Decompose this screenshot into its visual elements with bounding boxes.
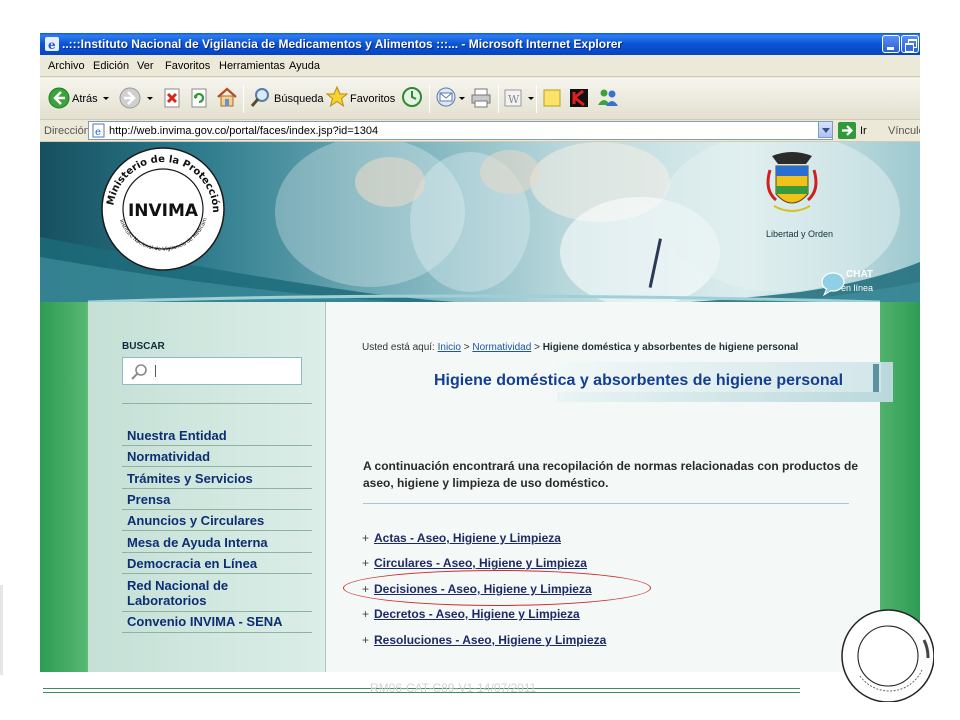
favorites-label[interactable]: Favoritos	[350, 93, 395, 105]
internet-explorer-icon: e	[45, 37, 59, 52]
back-arrow-icon[interactable]	[48, 87, 70, 109]
link-decisiones[interactable]: Decisiones - Aseo, Higiene y Limpieza	[374, 582, 592, 596]
forward-arrow-icon[interactable]	[119, 87, 141, 109]
list-item: + Actas - Aseo, Higiene y Limpieza	[362, 531, 561, 545]
kaspersky-icon[interactable]	[569, 88, 589, 108]
print-icon[interactable]	[470, 88, 492, 108]
main-content: Usted está aquí: Inicio > Normatividad >…	[327, 302, 893, 672]
address-dropdown-button[interactable]	[818, 121, 833, 138]
sidebar: BUSCAR Nuestra Entidad Normatividad Trám…	[88, 302, 326, 672]
browser-window: e ..:::Instituto Nacional de Vigilancia …	[40, 33, 920, 672]
links-label[interactable]: Vínculos	[888, 125, 920, 137]
menu-herramientas[interactable]: Herramientas	[219, 60, 285, 72]
invima-seal-logo[interactable]: Ministerio de la Protección Social Insti…	[100, 146, 226, 272]
edit-word-icon[interactable]: W	[503, 88, 523, 108]
go-arrow-icon[interactable]	[838, 122, 856, 139]
go-label[interactable]: Ir	[860, 125, 867, 137]
history-icon[interactable]	[401, 86, 423, 108]
address-label: Dirección	[44, 125, 90, 137]
menu-ver[interactable]: Ver	[137, 60, 154, 72]
forward-dropdown-icon[interactable]	[147, 97, 153, 100]
menu-favoritos[interactable]: Favoritos	[165, 60, 210, 72]
messenger-icon[interactable]	[597, 88, 619, 108]
stop-icon[interactable]	[162, 88, 182, 108]
text-cursor	[155, 365, 156, 377]
page-title: Higiene doméstica y absorbentes de higie…	[434, 372, 844, 389]
link-resoluciones[interactable]: Resoluciones - Aseo, Higiene y Limpieza	[374, 633, 606, 647]
web-page: Ministerio de la Protección Social Insti…	[40, 142, 920, 672]
intro-paragraph: A continuación encontrará una recopilaci…	[363, 459, 858, 490]
address-input[interactable]: e http://web.invima.gov.co/portal/faces/…	[88, 121, 833, 140]
colombia-coat-of-arms	[766, 152, 818, 212]
breadcrumb-separator: >	[463, 342, 470, 353]
address-bar: Dirección e http://web.invima.gov.co/por…	[40, 120, 920, 142]
breadcrumb-separator: >	[534, 342, 540, 353]
sidebar-item-mesa-ayuda[interactable]: Mesa de Ayuda Interna	[127, 535, 268, 550]
chat-sublabel[interactable]: en línea	[841, 283, 873, 293]
edit-dropdown-icon[interactable]	[528, 97, 534, 100]
favorites-star-icon[interactable]	[326, 86, 348, 108]
motto-text: Libertad y Orden	[766, 229, 834, 239]
menu-archivo[interactable]: Archivo	[48, 60, 85, 72]
link-actas[interactable]: Actas - Aseo, Higiene y Limpieza	[374, 531, 561, 545]
sidebar-item-tramites[interactable]: Trámites y Servicios	[127, 471, 253, 486]
sidebar-item-prensa[interactable]: Prensa	[127, 492, 170, 507]
sidebar-item-anuncios[interactable]: Anuncios y Circulares	[127, 513, 264, 528]
breadcrumb-prefix: Usted está aquí:	[362, 342, 435, 353]
svg-text:W: W	[508, 93, 520, 106]
page-icon: e	[92, 123, 105, 138]
search-icon	[131, 364, 147, 380]
list-item: + Resoluciones - Aseo, Higiene y Limpieza	[362, 633, 607, 647]
menu-edicion[interactable]: Edición	[93, 60, 129, 72]
list-item: + Decretos - Aseo, Higiene y Limpieza	[362, 607, 580, 621]
search-heading: BUSCAR	[122, 341, 165, 352]
restore-button[interactable]	[901, 35, 919, 53]
window-title: ..:::Instituto Nacional de Vigilancia de…	[62, 37, 623, 51]
sidebar-item-democracia[interactable]: Democracia en Línea	[127, 556, 257, 571]
breadcrumb-section-link[interactable]: Normatividad	[472, 342, 531, 353]
mail-dropdown-icon[interactable]	[459, 97, 465, 100]
menu-bar: Archivo Edición Ver Favoritos Herramient…	[40, 55, 920, 77]
breadcrumb-home-link[interactable]: Inicio	[438, 342, 461, 353]
header-banner: Ministerio de la Protección Social Insti…	[40, 142, 920, 302]
sidebar-item-nuestra-entidad[interactable]: Nuestra Entidad	[127, 428, 227, 443]
breadcrumb: Usted está aquí: Inicio > Normatividad >…	[362, 342, 798, 353]
link-decretos[interactable]: Decretos - Aseo, Higiene y Limpieza	[374, 607, 580, 621]
svg-text:e: e	[95, 127, 101, 138]
toolbar: Atrás Búsqueda Favoritos W	[40, 78, 920, 120]
content-divider	[363, 503, 849, 504]
search-input[interactable]	[122, 357, 302, 385]
chat-label[interactable]: CHAT	[846, 270, 873, 280]
svg-text:INVIMA: INVIMA	[128, 201, 199, 221]
corner-seal-logo	[841, 609, 934, 702]
footer-code: RM06-CAT-C89-V1-14/07/2011	[370, 681, 537, 695]
sidebar-item-red-laboratorios[interactable]: Red Nacional de Laboratorios	[127, 578, 257, 608]
list-item: + Decisiones - Aseo, Higiene y Limpieza	[362, 582, 592, 596]
back-label[interactable]: Atrás	[72, 93, 98, 105]
sidebar-item-convenio-sena[interactable]: Convenio INVIMA - SENA	[127, 614, 283, 629]
mail-icon[interactable]	[435, 86, 457, 108]
menu-ayuda[interactable]: Ayuda	[289, 60, 320, 72]
page-body: BUSCAR Nuestra Entidad Normatividad Trám…	[88, 302, 893, 672]
note-icon[interactable]	[542, 88, 562, 108]
title-bar[interactable]: e ..:::Instituto Nacional de Vigilancia …	[40, 33, 920, 55]
search-magnifier-icon[interactable]	[250, 86, 272, 108]
breadcrumb-current: Higiene doméstica y absorbentes de higie…	[542, 342, 799, 353]
link-circulares[interactable]: Circulares - Aseo, Higiene y Limpieza	[374, 556, 587, 570]
refresh-icon[interactable]	[189, 88, 209, 108]
minimize-button[interactable]	[882, 35, 900, 53]
home-icon[interactable]	[216, 86, 238, 108]
address-url[interactable]: http://web.invima.gov.co/portal/faces/in…	[109, 125, 378, 137]
edge-decoration	[0, 585, 3, 675]
search-label[interactable]: Búsqueda	[274, 93, 324, 105]
list-item: + Circulares - Aseo, Higiene y Limpieza	[362, 556, 587, 570]
sidebar-item-normatividad[interactable]: Normatividad	[127, 449, 210, 464]
svg-text:e: e	[48, 38, 56, 52]
back-dropdown-icon[interactable]	[103, 97, 109, 100]
